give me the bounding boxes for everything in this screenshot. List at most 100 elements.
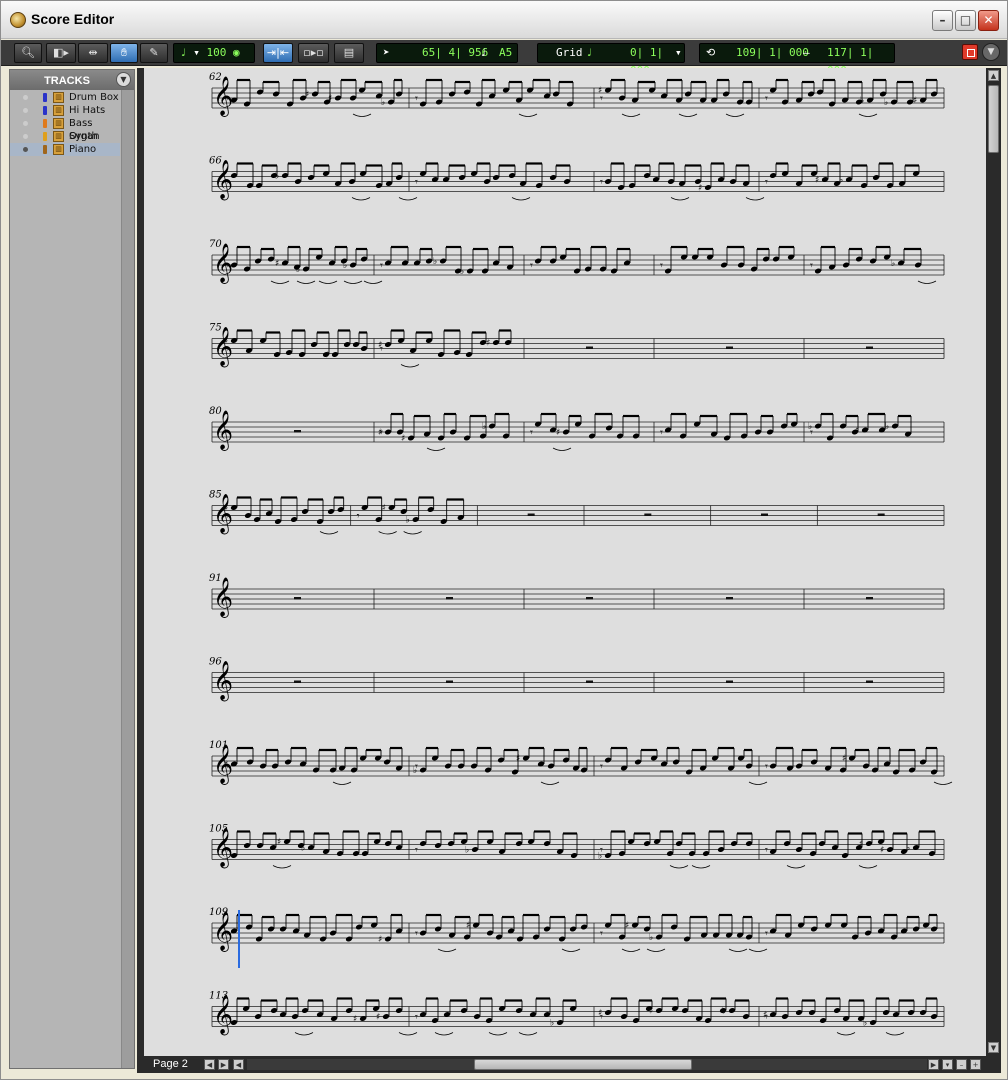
track-row[interactable]: ▥ Bass Synth xyxy=(10,117,120,142)
vertical-scroll-thumb[interactable] xyxy=(988,85,999,153)
track-row[interactable]: ▥ Hi Hats xyxy=(10,104,120,117)
main-counter-display[interactable]: ➤ 65| 4| 956 ♩ A5 xyxy=(376,43,518,63)
maximize-button[interactable]: □ xyxy=(955,10,976,31)
tie xyxy=(319,531,339,535)
accidental: ♭ xyxy=(598,852,602,862)
track-row[interactable]: ▥ Organ xyxy=(10,130,120,143)
instrument-track-icon: ▥ xyxy=(53,144,64,155)
close-button[interactable]: ✕ xyxy=(978,10,999,31)
eighth-rest: 𝄾 xyxy=(415,176,418,189)
prev-page-icon[interactable]: ◀ xyxy=(204,1059,215,1070)
score-canvas[interactable]: 62𝄞𝄾 ♯ ♯ ♭ 𝄾 𝄾♯𝄾 ♭ ♭ ♯66𝄞𝄾 ♭ 𝄾 𝄾 ♯ 𝄾 ♯ ♭70𝄞𝄾 ♯♭ ♭ 𝄾 ♭♭ 𝄾 𝄾 𝄾 ♭7… xyxy=(144,68,986,1056)
track-color-swatch xyxy=(43,132,47,141)
tie xyxy=(343,280,363,284)
playback-cursor[interactable] xyxy=(238,910,240,968)
zoom-tool-button[interactable]: 🔍︎ xyxy=(14,43,42,63)
tie xyxy=(352,113,372,117)
treble-clef: 𝄞 xyxy=(213,995,233,1036)
tie xyxy=(434,1032,454,1036)
track-active-dot-icon[interactable] xyxy=(23,108,28,113)
zoom-menu-icon[interactable]: ▾ xyxy=(942,1059,953,1070)
scroll-up-icon[interactable]: ▲ xyxy=(988,70,999,81)
insert-tool-button[interactable]: ◧▸ xyxy=(46,43,76,63)
accidental: ♭ xyxy=(275,172,279,182)
tempo-dropdown-icon[interactable]: ▾ xyxy=(193,46,200,59)
accidental: ♯ xyxy=(378,341,382,351)
tie xyxy=(669,865,689,869)
track-active-dot-icon[interactable] xyxy=(23,134,28,139)
tracks-scrollbar[interactable] xyxy=(121,90,134,1068)
eighth-rest: 𝄾 xyxy=(600,760,603,773)
window-menu-icon[interactable]: ▼ xyxy=(982,43,1000,61)
next-page-icon[interactable]: ▶ xyxy=(218,1059,229,1070)
track-active-dot-icon[interactable] xyxy=(23,121,28,126)
title-bar[interactable]: Score Editor – □ ✕ xyxy=(1,1,1007,39)
treble-clef: 𝄞 xyxy=(213,327,233,368)
selection-range-display[interactable]: ⟲ 109| 1| 000 – 117| 1| 000 xyxy=(699,43,895,77)
accidental: ♯ xyxy=(277,838,281,848)
accidental: ♭ xyxy=(465,846,469,856)
tie xyxy=(745,197,765,201)
accidental: ♯ xyxy=(325,351,329,361)
instrument-track-icon: ▥ xyxy=(53,105,64,116)
eighth-rest: 𝄾 xyxy=(530,259,533,272)
record-enable-button[interactable] xyxy=(962,44,978,60)
tie xyxy=(318,280,338,284)
tracks-panel: TRACKS ▼ ▥ Drum Box ▥ Hi Hats ▥ Bass Synth ▥ Or… xyxy=(9,69,135,1069)
accidental: ♯ xyxy=(815,176,819,186)
accidental: ♭ xyxy=(906,844,910,854)
accidental: ♯ xyxy=(913,96,917,106)
tie xyxy=(885,1032,905,1036)
scroll-right-icon[interactable]: ▶ xyxy=(928,1059,939,1070)
link-mode-button[interactable]: ▫▸▫ xyxy=(298,43,329,63)
track-row[interactable]: ▥ Drum Box xyxy=(10,91,120,104)
treble-clef: 𝄞 xyxy=(213,243,233,284)
whole-rest xyxy=(294,597,301,600)
grid-dropdown-icon[interactable]: ▾ xyxy=(675,44,682,62)
accidental: ♯ xyxy=(880,846,884,856)
scrub-tool-button[interactable]: ⇹ xyxy=(78,43,108,63)
score-page[interactable]: 62 𝄞 𝄾 ♯ ♯ ♭ 𝄾 𝄾 ♯ 𝄾 ♭ ♭ ♯ 66 𝄞 𝄾 ♭ 𝄾 𝄾 ♯ 𝄾 ♯ ♭ 70 𝄞 𝄾 ♯ ♭ ♭ 𝄾 ♭ ♭ 𝄾 𝄾 𝄾 ♭ 7… xyxy=(144,68,986,1056)
accidental: ♯ xyxy=(649,1007,653,1017)
track-row[interactable]: ▥ Piano xyxy=(10,143,120,156)
zoom-out-icon[interactable]: – xyxy=(956,1059,967,1070)
hand-tool-button[interactable]: ✋︎ xyxy=(110,43,138,63)
counter-note: A5 xyxy=(499,46,513,59)
tracks-menu-icon[interactable]: ▼ xyxy=(116,72,131,87)
accidental: ♭ xyxy=(482,422,486,432)
scroll-left-icon[interactable]: ◀ xyxy=(233,1059,244,1070)
treble-clef: 𝄞 xyxy=(213,911,233,952)
zoom-in-icon[interactable]: + xyxy=(970,1059,981,1070)
tie xyxy=(748,781,768,785)
accidental: ♯ xyxy=(516,754,520,764)
tempo-display[interactable]: ♩ ▾ 100 ◉ ◀ xyxy=(173,43,255,77)
treble-clef: 𝄞 xyxy=(213,76,233,117)
snap-mode-button[interactable]: ⇥|⇤ xyxy=(263,43,293,63)
grid-display[interactable]: Grid ♩ 0| 1| 000 ▾ xyxy=(537,43,685,77)
scroll-down-icon[interactable]: ▼ xyxy=(988,1042,999,1053)
accidental: ♯ xyxy=(842,754,846,764)
accidental: ♯ xyxy=(401,434,405,444)
pencil-tool-button[interactable]: ✎ xyxy=(140,43,168,63)
whole-rest xyxy=(446,680,453,683)
list-view-button[interactable]: ▤ xyxy=(334,43,364,63)
treble-clef: 𝄞 xyxy=(213,828,233,869)
minimize-button[interactable]: – xyxy=(932,10,953,31)
horizontal-scroll-thumb[interactable] xyxy=(474,1059,692,1070)
accidental: ♯ xyxy=(466,921,470,931)
whole-rest xyxy=(527,513,535,516)
accidental: ♭ xyxy=(722,1007,726,1017)
eighth-rest: 𝄾 xyxy=(357,510,360,523)
tie xyxy=(621,113,641,117)
vertical-scrollbar[interactable]: ▲ ▼ xyxy=(986,68,1001,1056)
treble-clef: 𝄞 xyxy=(213,494,233,535)
whole-rest xyxy=(586,346,593,349)
metronome-icon[interactable]: ◉ xyxy=(233,46,240,59)
tie xyxy=(270,280,290,284)
tie xyxy=(272,865,292,869)
tie xyxy=(518,113,538,117)
accidental: ♭ xyxy=(891,259,895,269)
track-active-dot-icon[interactable] xyxy=(23,95,28,100)
track-active-dot-icon[interactable] xyxy=(23,147,28,152)
tie xyxy=(552,447,572,451)
